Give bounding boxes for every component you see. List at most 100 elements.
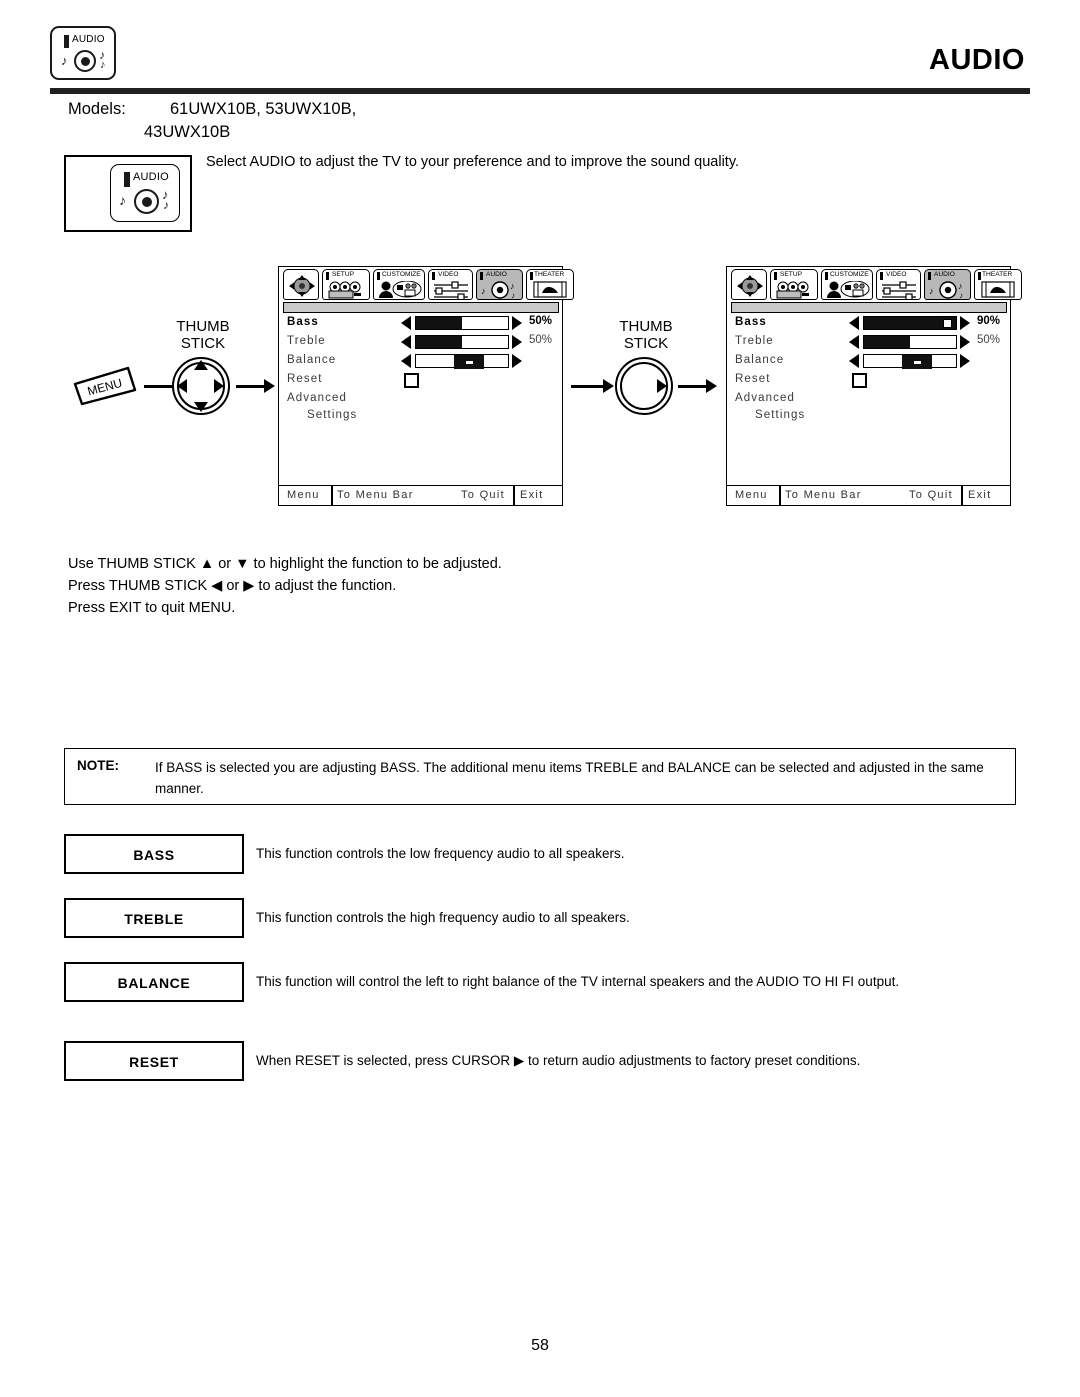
osd-reset-checkbox[interactable]: [852, 373, 867, 388]
osd-row-label-settings[interactable]: Settings: [307, 409, 357, 421]
osd-tab-customize[interactable]: CUSTOMIZE: [821, 269, 873, 300]
osd-footer-divider-2: [961, 486, 963, 506]
osd-reset-checkbox[interactable]: [404, 373, 419, 388]
slider-increase-icon[interactable]: [960, 354, 970, 368]
note-text: If BASS is selected you are adjusting BA…: [155, 760, 984, 796]
osd-row-label-balance[interactable]: Balance: [735, 354, 784, 366]
osd-row-label-settings[interactable]: Settings: [755, 409, 805, 421]
header-rule: [50, 88, 1030, 94]
slider-knob[interactable]: [943, 319, 952, 328]
osd-tab-label-theater: THEATER: [982, 271, 1013, 278]
osd-tab-setup[interactable]: SETUP: [322, 269, 370, 300]
osd-footer-exit[interactable]: Exit: [968, 489, 992, 501]
osd-tab-customize[interactable]: CUSTOMIZE: [373, 269, 425, 300]
models-value-line2: 43UWX10B: [144, 123, 231, 141]
svg-text:♪: ♪: [481, 286, 486, 296]
osd-footer-exit[interactable]: Exit: [520, 489, 544, 501]
instruction-line-3: Press EXIT to quit MENU.: [68, 600, 236, 617]
thumbstick-down-icon[interactable]: [194, 402, 208, 412]
osd-tab-audio[interactable]: AUDIO ♪ ♪ ♪: [924, 269, 971, 300]
definition-term-balance: BALANCE: [117, 975, 191, 991]
osd-row-label-advanced[interactable]: Advanced: [735, 392, 795, 404]
osd-tab-label-setup: SETUP: [332, 271, 354, 278]
tab-bar-mark: [825, 272, 828, 280]
slider-decrease-icon[interactable]: [401, 354, 411, 368]
tab-bar-mark: [377, 272, 380, 280]
slider-track[interactable]: [415, 335, 509, 349]
slider-increase-icon[interactable]: [512, 354, 522, 368]
osd-footer-menu[interactable]: Menu: [735, 489, 768, 501]
osd-footer-menu[interactable]: Menu: [287, 489, 320, 501]
osd-tab-theater[interactable]: THEATER: [974, 269, 1022, 300]
slider-increase-icon[interactable]: [960, 335, 970, 349]
definition-description-reset: When RESET is selected, press CURSOR ▶ t…: [256, 1053, 861, 1068]
slider-decrease-icon[interactable]: [401, 335, 411, 349]
slider-increase-icon[interactable]: [512, 335, 522, 349]
osd-tab-label-setup: SETUP: [780, 271, 802, 278]
definition-description-balance: This function will control the left to r…: [256, 974, 900, 989]
menu-key[interactable]: MENU: [72, 366, 138, 406]
osd-tab-video[interactable]: VIDEO: [876, 269, 921, 300]
osd-footer-to-menu-bar[interactable]: To Menu Bar: [337, 489, 414, 501]
slider-track[interactable]: [863, 335, 957, 349]
osd-tab-setup[interactable]: SETUP: [770, 269, 818, 300]
osd-underbar: [731, 302, 1007, 313]
intro-audio-badge: AUDIO ♪ ♪ ♪: [110, 164, 180, 222]
slider-track[interactable]: [863, 354, 957, 369]
osd-row-label-bass[interactable]: Bass: [287, 316, 319, 328]
setup-camcorder-icon: [328, 281, 361, 299]
osd-footer-to-quit[interactable]: To Quit: [909, 489, 953, 501]
tab-bar-mark: [774, 272, 777, 280]
osd-row-label-reset[interactable]: Reset: [735, 373, 771, 385]
slider-decrease-icon[interactable]: [849, 335, 859, 349]
slider-decrease-icon[interactable]: [849, 354, 859, 368]
slider-track[interactable]: [863, 316, 957, 330]
slider-decrease-icon[interactable]: [849, 316, 859, 330]
thumbstick-right-icon[interactable]: [214, 379, 224, 393]
osd-footer-to-menu-bar[interactable]: To Menu Bar: [785, 489, 862, 501]
badge-bar-mark: [64, 35, 69, 48]
tab-bar-mark: [978, 272, 981, 280]
thumbstick-right-icon-2[interactable]: [657, 379, 667, 393]
osd-slider-value-bass: 50%: [529, 315, 553, 327]
osd-row-label-treble[interactable]: Treble: [735, 335, 774, 347]
svg-text:♪: ♪: [511, 291, 515, 300]
osd-footer-divider: [779, 486, 781, 506]
tab-bar-mark: [530, 272, 533, 280]
osd-tab-theater[interactable]: THEATER: [526, 269, 574, 300]
osd-tab-label-audio: AUDIO: [486, 271, 507, 278]
flow-arrow-head-4: [706, 379, 717, 393]
definition-box-treble: TREBLE: [64, 898, 244, 938]
osd-slider-value-treble: 50%: [529, 334, 553, 346]
balance-center-dot: [914, 360, 921, 364]
slider-track[interactable]: [415, 354, 509, 369]
flow-arrow-head-3: [603, 379, 614, 393]
customize-person-icon: [379, 281, 422, 298]
osd-row-label-advanced[interactable]: Advanced: [287, 392, 347, 404]
thumbstick-left-icon[interactable]: [177, 379, 187, 393]
balance-center-dot: [466, 360, 473, 364]
thumbstick-up-icon[interactable]: [194, 360, 208, 370]
slider-increase-icon[interactable]: [960, 316, 970, 330]
video-sliders-icon: [882, 281, 916, 299]
osd-row-label-reset[interactable]: Reset: [287, 373, 323, 385]
music-note-icon: ♪: [61, 53, 68, 68]
osd-tab-bar: SETUP CUSTOMIZE VIDEO AUDIO ♪ ♪ ♪ THEATE…: [727, 267, 1022, 301]
flow-arrow-shaft-3: [571, 385, 605, 388]
thumbstick-label-2: THUMB STICK: [586, 318, 706, 353]
osd-footer-to-quit[interactable]: To Quit: [461, 489, 505, 501]
osd-tab-audio[interactable]: AUDIO ♪ ♪ ♪: [476, 269, 523, 300]
osd-tab-dpad[interactable]: [731, 269, 767, 300]
slider-track[interactable]: [415, 316, 509, 330]
osd-row-label-balance[interactable]: Balance: [287, 354, 336, 366]
osd-tab-dpad[interactable]: [283, 269, 319, 300]
badge-audio-label: AUDIO: [72, 34, 105, 45]
osd-row-label-treble[interactable]: Treble: [287, 335, 326, 347]
osd-underbar: [283, 302, 559, 313]
osd-tab-label-video: VIDEO: [438, 271, 459, 278]
slider-decrease-icon[interactable]: [401, 316, 411, 330]
slider-increase-icon[interactable]: [512, 316, 522, 330]
tab-bar-mark: [432, 272, 435, 280]
osd-row-label-bass[interactable]: Bass: [735, 316, 767, 328]
osd-tab-video[interactable]: VIDEO: [428, 269, 473, 300]
